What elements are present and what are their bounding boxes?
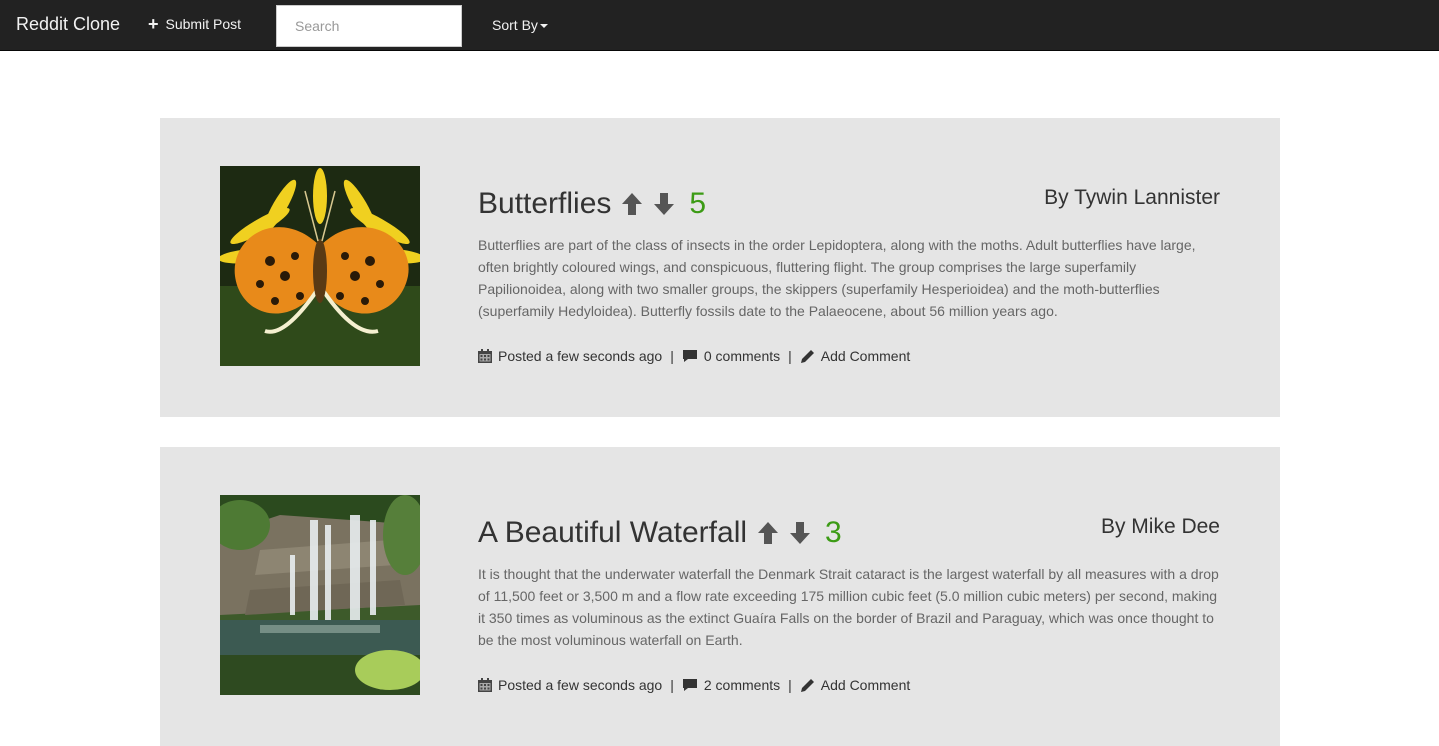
- calendar-icon: [478, 678, 492, 692]
- post-body: It is thought that the underwater waterf…: [478, 566, 1219, 648]
- navbar: Reddit Clone + Submit Post Sort By: [0, 0, 1439, 51]
- score-count: 3: [825, 516, 842, 549]
- submit-post-link[interactable]: + Submit Post: [148, 14, 241, 34]
- add-comment-link[interactable]: Add Comment: [821, 348, 910, 364]
- meta-separator: |: [670, 348, 674, 364]
- pencil-icon: [800, 678, 815, 693]
- post-title: A Beautiful Waterfall 3: [478, 513, 842, 553]
- pencil-icon: [800, 349, 815, 364]
- post-image-waterfall[interactable]: [220, 495, 420, 695]
- post-meta: Posted a few seconds ago | 2 comments | …: [478, 677, 910, 693]
- post-body: Butterflies are part of the class of ins…: [478, 237, 1196, 319]
- post-title-text[interactable]: A Beautiful Waterfall: [478, 513, 747, 553]
- brand-link[interactable]: Reddit Clone: [16, 14, 120, 35]
- caret-down-icon: [539, 24, 548, 29]
- post-title-text[interactable]: Butterflies: [478, 184, 611, 224]
- posted-time: Posted a few seconds ago: [498, 348, 663, 364]
- post-image-butterfly[interactable]: [220, 166, 420, 366]
- upvote-icon[interactable]: [757, 521, 779, 545]
- meta-separator: |: [788, 677, 792, 693]
- sort-by-dropdown[interactable]: Sort By: [492, 17, 548, 33]
- sort-by-label: Sort By: [492, 17, 538, 33]
- add-comment-link[interactable]: Add Comment: [821, 677, 910, 693]
- comment-icon: [682, 678, 698, 692]
- score-count: 5: [689, 187, 707, 220]
- post-author: By Tywin Lannister: [1044, 186, 1220, 209]
- search-input[interactable]: [276, 5, 462, 47]
- calendar-icon: [478, 349, 492, 363]
- meta-separator: |: [788, 348, 792, 364]
- submit-post-label: Submit Post: [165, 16, 241, 32]
- post-author: By Mike Dee: [1100, 515, 1220, 538]
- plus-icon: +: [148, 14, 159, 34]
- comments-link[interactable]: 2 comments: [704, 677, 780, 693]
- comment-icon: [682, 349, 698, 363]
- post-title: Butterflies 5: [478, 184, 706, 224]
- post-meta: Posted a few seconds ago | 0 comments | …: [478, 348, 910, 364]
- downvote-icon[interactable]: [653, 192, 675, 216]
- comments-link[interactable]: 0 comments: [704, 348, 780, 364]
- post-card: A Beautiful Waterfall 3 By Mike Dee It i…: [160, 447, 1280, 746]
- downvote-icon[interactable]: [789, 521, 811, 545]
- post-card: Butterflies 5 By Tywin Lannister Butterf…: [160, 118, 1280, 417]
- posted-time: Posted a few seconds ago: [498, 677, 663, 693]
- upvote-icon[interactable]: [621, 192, 643, 216]
- meta-separator: |: [670, 677, 674, 693]
